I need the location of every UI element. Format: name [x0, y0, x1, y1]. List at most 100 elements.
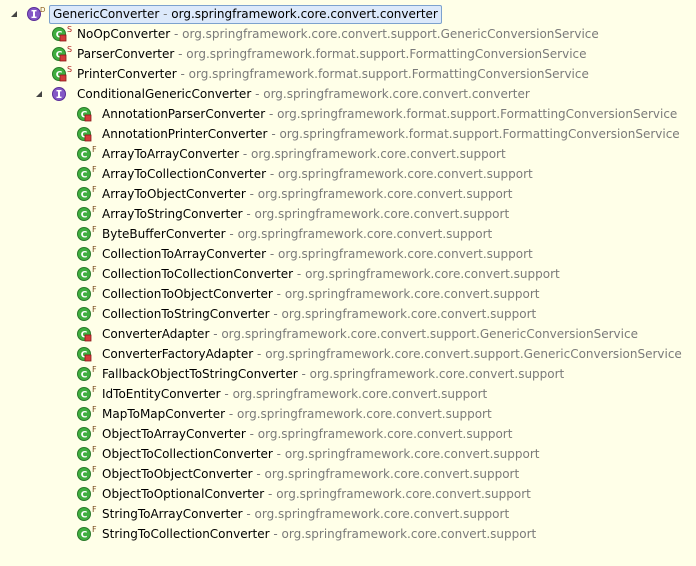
tree-item-label[interactable]: IdToEntityConverter - org.springframewor…: [99, 384, 490, 404]
package-name: org.springframework.core.convert.support: [278, 247, 533, 261]
package-name: org.springframework.core.convert.support: [237, 407, 492, 421]
tree-item-label[interactable]: MapToMapConverter - org.springframework.…: [99, 404, 495, 424]
tree-item-label[interactable]: StringToCollectionConverter - org.spring…: [99, 524, 539, 544]
final-class-icon: CF: [77, 285, 97, 302]
final-class-icon: CF: [77, 165, 97, 182]
svg-text:F: F: [92, 485, 97, 494]
svg-text:F: F: [92, 385, 97, 394]
tree-item-label[interactable]: ConverterFactoryAdapter - org.springfram…: [99, 344, 685, 364]
tree-row-child[interactable]: C S PrinterConverter - org.springframewo…: [0, 64, 600, 84]
tree-row-grandchild[interactable]: C F ArrayToCollectionConverter - org.sprin…: [0, 164, 680, 184]
package-name: org.springframework.core.convert.support: [309, 367, 565, 381]
tree-row-grandchild[interactable]: C ConverterFactoryAdapter - org.springfra…: [0, 344, 682, 364]
class-name: ArrayToStringConverter: [102, 207, 243, 221]
final-class-icon: CF: [77, 145, 97, 162]
expand-toggle-icon[interactable]: [10, 10, 18, 18]
tree-item-label[interactable]: ArrayToStringConverter - org.springframe…: [99, 204, 512, 224]
tree-row-grandchild[interactable]: C F ArrayToArrayConverter - org.springfram…: [0, 144, 680, 164]
class-name: NoOpConverter: [77, 27, 171, 41]
separator: -: [269, 307, 282, 321]
interface-icon: [52, 86, 72, 102]
tree-row-grandchild[interactable]: C F ArrayToObjectConverter - org.springfra…: [0, 184, 680, 204]
tree-item-label[interactable]: ObjectToObjectConverter - org.springfram…: [99, 464, 522, 484]
type-hierarchy-tree: D GenericConverter - org.springframework…: [0, 0, 696, 566]
tree-item-label[interactable]: AnnotationParserConverter - org.springfr…: [99, 104, 680, 124]
separator: -: [225, 227, 238, 241]
tree-row-grandchild[interactable]: C F CollectionToArrayConverter - org.sprin…: [0, 244, 680, 264]
tree-item-label[interactable]: ObjectToOptionalConverter - org.springfr…: [99, 484, 534, 504]
tree-row-grandchild[interactable]: C F CollectionToCollectionConverter - org.…: [0, 264, 680, 284]
tree-row-grandchild[interactable]: C F ObjectToObjectConverter - org.springfr…: [0, 464, 680, 484]
separator: -: [272, 287, 285, 301]
tree-row-root[interactable]: D GenericConverter - org.springframework…: [0, 4, 442, 24]
class-name: ObjectToArrayConverter: [102, 427, 246, 441]
svg-text:D: D: [40, 6, 45, 14]
tree-item-label[interactable]: PrinterConverter - org.springframework.f…: [74, 64, 592, 84]
package-name: org.springframework.core.convert.support: [237, 227, 493, 241]
svg-text:F: F: [92, 165, 97, 174]
tree-item-label[interactable]: GenericConverter - org.springframework.c…: [49, 5, 442, 24]
tree-item-label[interactable]: ByteBufferConverter - org.springframewor…: [99, 224, 495, 244]
tree-row-grandchild[interactable]: C AnnotationPrinterConverter - org.spring…: [0, 124, 680, 144]
tree-item-label[interactable]: StringToArrayConverter - org.springframe…: [99, 504, 512, 524]
tree-row-child[interactable]: C S NoOpConverter - org.springframework.…: [0, 24, 600, 44]
svg-text:C: C: [81, 151, 88, 161]
final-class-icon: CF: [77, 445, 97, 462]
tree-item-label[interactable]: ArrayToCollectionConverter - org.springf…: [99, 164, 536, 184]
class-name: PrinterConverter: [77, 67, 177, 81]
final-class-icon: CF: [77, 465, 97, 482]
tree-row-grandchild[interactable]: C F IdToEntityConverter - org.springframew…: [0, 384, 680, 404]
class-name: ArrayToCollectionConverter: [102, 167, 267, 181]
tree-item-label[interactable]: ConditionalGenericConverter - org.spring…: [74, 84, 533, 104]
separator: -: [251, 87, 264, 101]
private-class-icon: C: [77, 326, 97, 342]
final-class-icon: CF: [77, 185, 97, 202]
tree-item-label[interactable]: AnnotationPrinterConverter - org.springf…: [99, 124, 683, 144]
tree-item-label[interactable]: CollectionToObjectConverter - org.spring…: [99, 284, 542, 304]
tree-item-label[interactable]: CollectionToCollectionConverter - org.sp…: [99, 264, 563, 284]
tree-row-grandchild[interactable]: C F ObjectToArrayConverter - org.springfra…: [0, 424, 680, 444]
separator: -: [176, 67, 189, 81]
tree-item-label[interactable]: ObjectToCollectionConverter - org.spring…: [99, 444, 542, 464]
tree-row-grandchild[interactable]: C ConverterAdapter - org.springframework.…: [0, 324, 680, 344]
tree-row-grandchild[interactable]: C F ObjectToOptionalConverter - org.spring…: [0, 484, 680, 504]
final-class-icon: CF: [77, 225, 97, 242]
separator: -: [242, 207, 255, 221]
package-name: org.springframework.core.convert.support: [281, 307, 537, 321]
tree-row-grandchild[interactable]: C AnnotationParserConverter - org.springf…: [0, 104, 680, 124]
class-name: MapToMapConverter: [102, 407, 226, 421]
tree-item-label[interactable]: CollectionToStringConverter - org.spring…: [99, 304, 539, 324]
tree-row-grandchild[interactable]: C F CollectionToObjectConverter - org.spri…: [0, 284, 680, 304]
tree-row-child[interactable]: ConditionalGenericConverter - org.spring…: [0, 84, 530, 104]
tree-item-label[interactable]: ParserConverter - org.springframework.fo…: [74, 44, 590, 64]
separator: -: [174, 47, 187, 61]
tree-item-label[interactable]: ObjectToArrayConverter - org.springframe…: [99, 424, 515, 444]
svg-text:F: F: [92, 405, 97, 414]
final-class-icon: CF: [77, 425, 97, 442]
interface-icon: D: [27, 6, 47, 22]
tree-row-grandchild[interactable]: C F MapToMapConverter - org.springframewor…: [0, 404, 680, 424]
tree-item-label[interactable]: CollectionToArrayConverter - org.springf…: [99, 244, 536, 264]
expand-toggle-icon[interactable]: [35, 90, 43, 98]
tree-row-grandchild[interactable]: C F ByteBufferConverter - org.springframew…: [0, 224, 680, 244]
class-name: AnnotationParserConverter: [102, 107, 266, 121]
tree-item-label[interactable]: NoOpConverter - org.springframework.core…: [74, 24, 602, 44]
tree-item-label[interactable]: ArrayToArrayConverter - org.springframew…: [99, 144, 509, 164]
tree-row-grandchild[interactable]: C F StringToArrayConverter - org.springfra…: [0, 504, 680, 524]
svg-text:F: F: [92, 465, 97, 474]
class-name: AnnotationPrinterConverter: [102, 127, 268, 141]
tree-row-grandchild[interactable]: C F ArrayToStringConverter - org.springfra…: [0, 204, 680, 224]
tree-item-label[interactable]: FallbackObjectToStringConverter - org.sp…: [99, 364, 567, 384]
tree-item-label[interactable]: ArrayToObjectConverter - org.springframe…: [99, 184, 515, 204]
tree-item-label[interactable]: ConverterAdapter - org.springframework.c…: [99, 324, 641, 344]
final-class-icon: CF: [77, 265, 97, 282]
tree-row-grandchild[interactable]: C F CollectionToStringConverter - org.spri…: [0, 304, 680, 324]
class-name: CollectionToArrayConverter: [102, 247, 267, 261]
static-private-class-icon: C S: [52, 25, 72, 42]
tree-row-child[interactable]: C S ParserConverter - org.springframewor…: [0, 44, 600, 64]
svg-text:C: C: [81, 311, 88, 321]
tree-row-grandchild[interactable]: C F ObjectToCollectionConverter - org.spri…: [0, 444, 680, 464]
svg-text:S: S: [67, 25, 72, 34]
tree-row-grandchild[interactable]: C F StringToCollectionConverter - org.spri…: [0, 524, 680, 544]
tree-row-grandchild[interactable]: C F FallbackObjectToStringConverter - org.…: [0, 364, 680, 384]
